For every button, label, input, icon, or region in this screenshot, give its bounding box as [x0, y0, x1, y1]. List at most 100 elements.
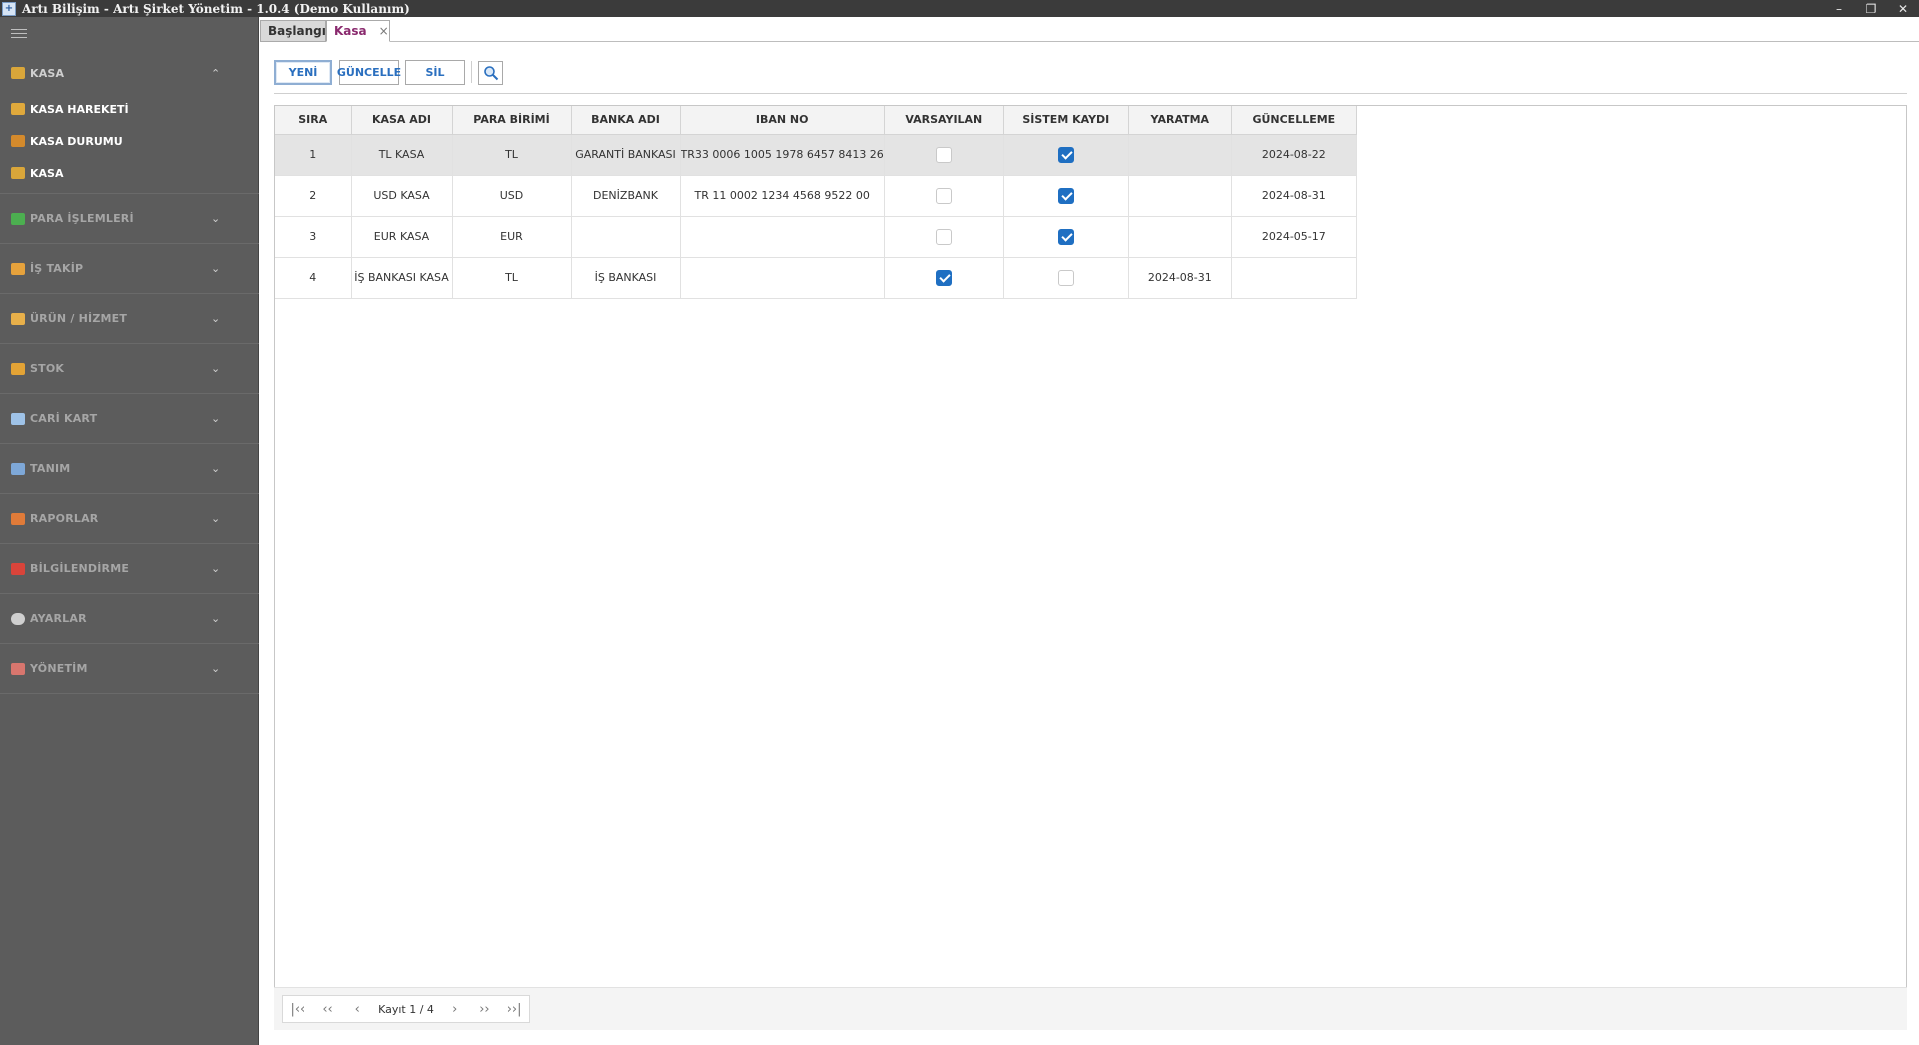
- main-content: YENİ GÜNCELLE SİL SIRA KASA ADI PARA BİR…: [260, 42, 1919, 1045]
- hamburger-menu-icon[interactable]: [11, 29, 27, 41]
- table-row[interactable]: 1 TL KASA TL GARANTİ BANKASI TR33 0006 1…: [275, 134, 1357, 176]
- cell-sira: 3: [275, 216, 352, 258]
- previous-record-button[interactable]: ‹: [342, 996, 372, 1022]
- window-controls: – ❐ ✕: [1823, 0, 1919, 17]
- cell-sira: 1: [275, 134, 352, 176]
- gear-icon: [11, 612, 25, 625]
- sistem-kaydi-checkbox[interactable]: [1057, 187, 1074, 204]
- window-title: Artı Bilişim - Artı Şirket Yönetim - 1.0…: [22, 1, 410, 16]
- chevron-down-icon: ⌄: [211, 562, 221, 575]
- sidebar-item-kasa[interactable]: KASA: [0, 157, 259, 189]
- sidebar-section-tanim[interactable]: TANIM ⌄: [0, 444, 259, 494]
- cell-sira: 4: [275, 257, 352, 299]
- chevron-down-icon: ⌄: [211, 462, 221, 475]
- varsayilan-checkbox[interactable]: [935, 187, 952, 204]
- cell-sira: 2: [275, 175, 352, 217]
- box-icon: [11, 312, 25, 325]
- scale-icon: [11, 135, 25, 147]
- search-icon: [483, 66, 498, 81]
- delete-button[interactable]: SİL: [405, 60, 465, 85]
- sidebar: KASA ⌃ KASA HAREKETİ KASA DURUMU KASA PA…: [0, 17, 259, 1045]
- column-header-kasa-adi[interactable]: KASA ADI: [351, 106, 453, 135]
- chevron-up-icon: ⌃: [211, 66, 221, 80]
- sidebar-section-cari-kart[interactable]: CARİ KART ⌄: [0, 394, 259, 444]
- cell-para-birimi: TL: [452, 257, 572, 299]
- cell-guncelleme: 2024-08-22: [1231, 134, 1357, 176]
- cell-yaratma: 2024-08-31: [1128, 257, 1232, 299]
- app-logo-icon: +: [2, 1, 16, 16]
- first-page-button[interactable]: |‹‹: [283, 996, 313, 1022]
- toolbar-divider: [274, 93, 1907, 94]
- minimize-button[interactable]: –: [1823, 0, 1855, 17]
- toolbar-separator: [471, 61, 472, 83]
- title-bar: + Artı Bilişim - Artı Şirket Yönetim - 1…: [0, 0, 1919, 17]
- cash-register-icon: [11, 67, 25, 79]
- sidebar-section-bilgilendirme[interactable]: BİLGİLENDİRME ⌄: [0, 544, 259, 594]
- cell-iban: TR 11 0002 1234 4568 9522 00: [680, 175, 885, 217]
- column-header-yaratma[interactable]: YARATMA: [1128, 106, 1232, 135]
- sidebar-item-kasa-durumu[interactable]: KASA DURUMU: [0, 125, 259, 157]
- column-header-sistem-kaydi[interactable]: SİSTEM KAYDI: [1003, 106, 1129, 135]
- varsayilan-checkbox[interactable]: [935, 146, 952, 163]
- cash-register-icon: [11, 167, 25, 179]
- money-icon: [11, 212, 25, 225]
- cell-para-birimi: USD: [452, 175, 572, 217]
- sidebar-item-kasa-hareketi[interactable]: KASA HAREKETİ: [0, 93, 259, 125]
- column-header-banka-adi[interactable]: BANKA ADI: [571, 106, 681, 135]
- cell-kasa-adi: İŞ BANKASI KASA: [351, 257, 453, 299]
- bar-chart-icon: [11, 512, 25, 525]
- cash-movement-icon: [11, 103, 25, 115]
- sistem-kaydi-checkbox[interactable]: [1057, 228, 1074, 245]
- column-header-guncelleme[interactable]: GÜNCELLEME: [1231, 106, 1357, 135]
- update-button[interactable]: GÜNCELLE: [337, 60, 401, 85]
- last-page-button[interactable]: ››|: [499, 996, 529, 1022]
- sidebar-section-para-islemleri[interactable]: PARA İŞLEMLERİ ⌄: [0, 194, 259, 244]
- cell-banka-adi: GARANTİ BANKASI: [571, 134, 681, 176]
- column-header-varsayilan[interactable]: VARSAYILAN: [884, 106, 1004, 135]
- sidebar-section-yonetim[interactable]: YÖNETİM ⌄: [0, 644, 259, 694]
- cell-para-birimi: TL: [452, 134, 572, 176]
- sidebar-section-raporlar[interactable]: RAPORLAR ⌄: [0, 494, 259, 544]
- sidebar-section-is-takip[interactable]: İŞ TAKİP ⌄: [0, 244, 259, 294]
- table-body: 1 TL KASA TL GARANTİ BANKASI TR33 0006 1…: [275, 134, 1357, 299]
- chevron-down-icon: ⌄: [211, 312, 221, 325]
- next-page-group-button[interactable]: ››: [470, 996, 500, 1022]
- cell-kasa-adi: EUR KASA: [351, 216, 453, 258]
- next-record-button[interactable]: ›: [440, 996, 470, 1022]
- new-button[interactable]: YENİ: [274, 60, 332, 85]
- search-button[interactable]: [478, 61, 503, 85]
- admin-icon: [11, 662, 25, 675]
- previous-page-group-button[interactable]: ‹‹: [313, 996, 343, 1022]
- contact-card-icon: [11, 412, 25, 425]
- sidebar-section-stok[interactable]: STOK ⌄: [0, 344, 259, 394]
- tab-kasa[interactable]: Kasa ×: [326, 20, 390, 42]
- tab-strip: Başlangıç Kasa ×: [260, 17, 1919, 42]
- table-row[interactable]: 3 EUR KASA EUR 2024-05-17: [275, 216, 1357, 258]
- column-header-sira[interactable]: SIRA: [275, 106, 352, 135]
- sistem-kaydi-checkbox[interactable]: [1057, 146, 1074, 163]
- column-header-iban-no[interactable]: IBAN NO: [680, 106, 885, 135]
- table-row[interactable]: 4 İŞ BANKASI KASA TL İŞ BANKASI 2024-08-…: [275, 257, 1357, 299]
- cell-guncelleme: 2024-05-17: [1231, 216, 1357, 258]
- close-tab-icon[interactable]: ×: [379, 24, 389, 38]
- cell-banka-adi: DENİZBANK: [571, 175, 681, 217]
- sidebar-section-urun-hizmet[interactable]: ÜRÜN / HİZMET ⌄: [0, 294, 259, 344]
- cell-banka-adi: [571, 216, 681, 258]
- chevron-down-icon: ⌄: [211, 612, 221, 625]
- chevron-down-icon: ⌄: [211, 262, 221, 275]
- column-header-para-birimi[interactable]: PARA BİRİMİ: [452, 106, 572, 135]
- chevron-down-icon: ⌄: [211, 512, 221, 525]
- restore-button[interactable]: ❐: [1855, 0, 1887, 17]
- tab-baslangic[interactable]: Başlangıç: [260, 20, 333, 42]
- sidebar-section-ayarlar[interactable]: AYARLAR ⌄: [0, 594, 259, 644]
- sidebar-section-kasa[interactable]: KASA ⌃: [0, 48, 259, 98]
- varsayilan-checkbox[interactable]: [935, 269, 952, 286]
- close-window-button[interactable]: ✕: [1887, 0, 1919, 17]
- chevron-down-icon: ⌄: [211, 212, 221, 225]
- varsayilan-checkbox[interactable]: [935, 228, 952, 245]
- cell-guncelleme: [1231, 257, 1357, 299]
- table-row[interactable]: 2 USD KASA USD DENİZBANK TR 11 0002 1234…: [275, 175, 1357, 217]
- chevron-down-icon: ⌄: [211, 362, 221, 375]
- chevron-down-icon: ⌄: [211, 412, 221, 425]
- sistem-kaydi-checkbox[interactable]: [1057, 269, 1074, 286]
